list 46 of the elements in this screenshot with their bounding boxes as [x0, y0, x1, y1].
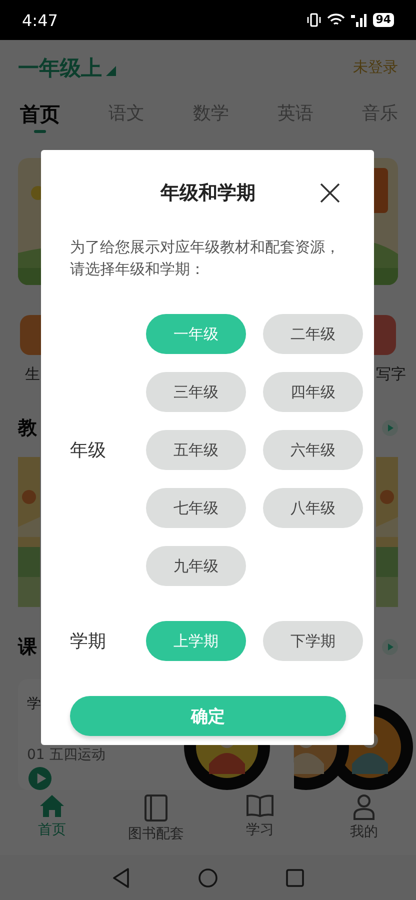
nav-label[interactable]: 学习 [246, 821, 274, 839]
person-icon[interactable] [353, 794, 375, 820]
play-icon[interactable] [382, 639, 398, 655]
grade-option[interactable]: 四年级 [263, 372, 363, 412]
term-option[interactable]: 上学期 [146, 621, 246, 661]
clock-time: 4:47 [22, 10, 58, 30]
term-option[interactable]: 下学期 [263, 621, 363, 661]
grade-option[interactable]: 二年级 [263, 314, 363, 354]
grade-option[interactable]: 三年级 [146, 372, 246, 412]
section-title: 课 [18, 635, 37, 660]
term-label: 学期 [70, 630, 107, 653]
battery-level: 94 [372, 13, 394, 27]
grade-option[interactable]: 六年级 [263, 430, 363, 470]
back-icon[interactable] [112, 868, 130, 888]
open-book-icon[interactable] [246, 794, 274, 818]
nav-label[interactable]: 图书配套 [128, 825, 184, 843]
grade-label: 年级 [70, 439, 107, 462]
grade-option[interactable]: 一年级 [146, 314, 246, 354]
dialog-description: 为了给您展示对应年级教材和配套资源，请选择年级和学期： [70, 237, 341, 280]
shortcut-label: 生 [25, 365, 40, 384]
grade-option[interactable]: 九年级 [146, 546, 246, 586]
subject-tab[interactable]: 首页 [20, 95, 60, 135]
dialog-title: 年级和学期 [160, 181, 256, 206]
grade-option[interactable]: 七年级 [146, 488, 246, 528]
lesson-subtitle: 01 五四运动 [27, 748, 106, 763]
recents-icon[interactable] [286, 868, 304, 886]
section-title: 教 [18, 416, 37, 441]
play-icon[interactable] [27, 767, 53, 790]
nav-label[interactable]: 首页 [38, 821, 66, 839]
nav-label[interactable]: 我的 [350, 823, 378, 841]
home-icon[interactable] [39, 794, 65, 818]
home-button-icon[interactable] [198, 868, 218, 888]
wifi-icon [326, 13, 345, 27]
vibrate-icon [306, 13, 322, 27]
grade-selector[interactable]: 一年级上 [18, 54, 102, 82]
confirm-button[interactable]: 确定 [70, 696, 346, 736]
caret-icon [106, 66, 116, 76]
book-icon[interactable] [144, 794, 168, 822]
play-icon[interactable] [382, 420, 398, 436]
grade-option[interactable]: 八年级 [263, 488, 363, 528]
login-link[interactable]: 未登录 [353, 58, 398, 77]
lesson-title: 学 [27, 695, 42, 714]
grade-option[interactable]: 五年级 [146, 430, 246, 470]
shortcut-label: 写字 [376, 365, 406, 384]
close-icon[interactable] [320, 183, 340, 203]
signal-icon [350, 13, 368, 27]
